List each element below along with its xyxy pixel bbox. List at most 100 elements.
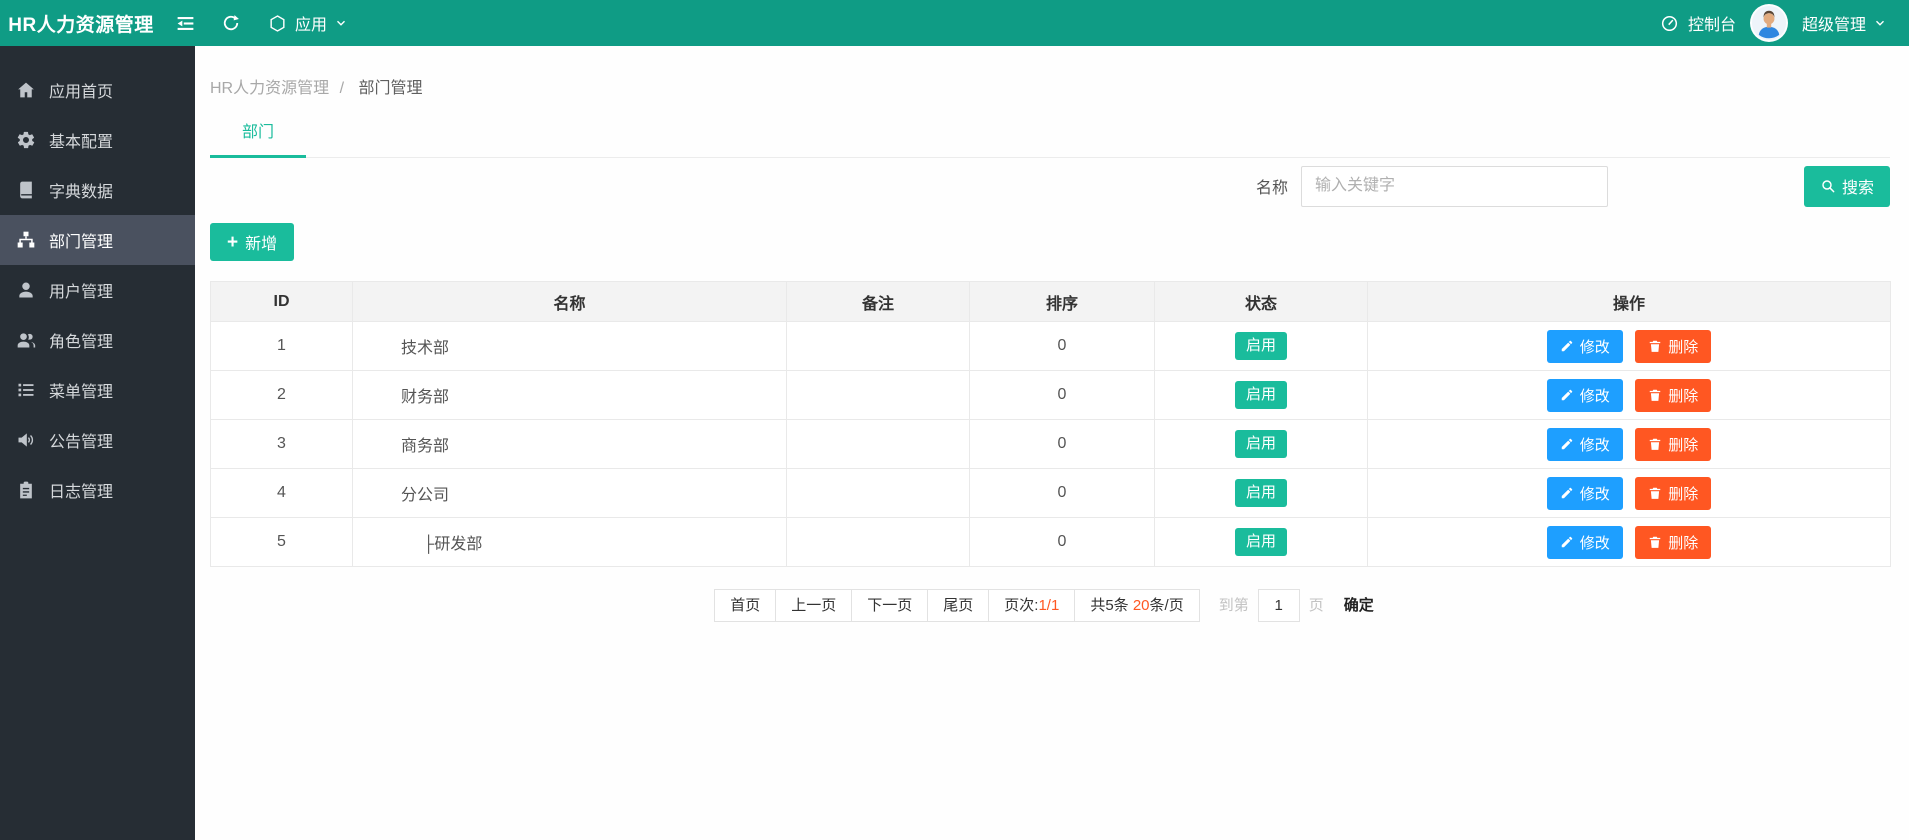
- header-actions: 操作: [1367, 281, 1891, 322]
- delete-button[interactable]: 删除: [1635, 476, 1712, 510]
- sidebar-item-dictionary[interactable]: 字典数据: [0, 165, 195, 215]
- delete-button-label: 删除: [1668, 485, 1699, 503]
- avatar[interactable]: [1749, 4, 1788, 42]
- delete-button-label: 删除: [1668, 436, 1699, 454]
- pager-next[interactable]: 下一页: [851, 589, 929, 622]
- sidebar-item-label: 菜单管理: [49, 384, 114, 401]
- pager-last[interactable]: 尾页: [927, 589, 990, 622]
- cell-actions: 修改 删除: [1367, 370, 1891, 420]
- console-link[interactable]: 控制台: [1659, 11, 1736, 35]
- search-button[interactable]: 搜索: [1804, 165, 1890, 207]
- header-remark: 备注: [786, 281, 970, 322]
- add-button[interactable]: + 新增: [210, 223, 295, 261]
- sidebar-item-label: 角色管理: [49, 334, 114, 351]
- cell-sort: 0: [969, 370, 1155, 420]
- edit-button[interactable]: 修改: [1546, 427, 1623, 461]
- sidebar-item-label: 用户管理: [49, 284, 114, 301]
- pagination: 首页 上一页 下一页 尾页 页次:1/1 共5条 20条/页 到第 页 确定: [210, 589, 1890, 622]
- collapse-sidebar-icon[interactable]: [174, 12, 196, 34]
- cell-sort: 0: [969, 321, 1155, 371]
- pager-total-info: 共5条 20条/页: [1074, 589, 1200, 622]
- pager-first[interactable]: 首页: [714, 589, 777, 622]
- delete-button-label: 删除: [1668, 534, 1699, 552]
- cell-status: 启用: [1154, 468, 1368, 518]
- tab-department[interactable]: 部门: [210, 118, 306, 158]
- cell-sort: 0: [969, 517, 1155, 567]
- search-bar: 名称 搜索: [210, 164, 1890, 208]
- goto-page-input[interactable]: [1257, 589, 1300, 622]
- refresh-icon[interactable]: [220, 12, 242, 34]
- cell-id: 2: [210, 370, 353, 420]
- cell-actions: 修改 删除: [1367, 419, 1891, 469]
- cell-id: 5: [210, 517, 353, 567]
- breadcrumb-separator: /: [339, 80, 345, 97]
- search-button-label: 搜索: [1841, 180, 1874, 197]
- gauge-icon: [1659, 12, 1681, 34]
- search-input[interactable]: [1301, 165, 1608, 207]
- main-content: HR人力资源管理 / 部门管理 部门 名称 搜索 + 新增 ID 名称: [195, 46, 1909, 840]
- table-row: 1 技术部 0 启用 修改 删除: [210, 321, 1891, 371]
- pencil-icon: [1561, 389, 1572, 401]
- cell-id: 4: [210, 468, 353, 518]
- edit-button[interactable]: 修改: [1546, 525, 1623, 559]
- sidebar-item-config[interactable]: 基本配置: [0, 115, 195, 165]
- pager-prev[interactable]: 上一页: [775, 589, 853, 622]
- app-hexagon-icon: [266, 12, 288, 34]
- breadcrumb: HR人力资源管理 / 部门管理: [210, 74, 1890, 98]
- cell-actions: 修改 删除: [1367, 468, 1891, 518]
- search-field-label: 名称: [1255, 180, 1288, 197]
- page-info-label: 页次:: [1004, 597, 1039, 614]
- sidebar-item-logs[interactable]: 日志管理: [0, 465, 195, 515]
- per-page-value: 20: [1132, 597, 1150, 614]
- user-menu[interactable]: 超级管理: [1802, 11, 1887, 35]
- cell-sort: 0: [969, 468, 1155, 518]
- edit-button[interactable]: 修改: [1546, 476, 1623, 510]
- app-title: HR人力资源管理: [8, 14, 154, 36]
- home-icon: [16, 80, 36, 100]
- speaker-icon: [16, 430, 36, 450]
- topbar-right-tools: 控制台 超级管理: [1659, 4, 1909, 42]
- sidebar-item-label: 部门管理: [49, 234, 114, 251]
- chevron-down-icon: [1876, 20, 1884, 26]
- cell-status: 启用: [1154, 370, 1368, 420]
- department-table: ID 名称 备注 排序 状态 操作 1 技术部 0 启用 修改 删除 2 财务部…: [210, 281, 1891, 567]
- sidebar-item-home[interactable]: 应用首页: [0, 65, 195, 115]
- plus-icon: +: [227, 231, 239, 253]
- delete-button[interactable]: 删除: [1635, 427, 1712, 461]
- sidebar-item-departments[interactable]: 部门管理: [0, 215, 195, 265]
- sidebar: 应用首页 基本配置 字典数据 部门管理 用户管理 角色管理 菜单管理 公告管理 …: [0, 46, 195, 840]
- sidebar-item-menus[interactable]: 菜单管理: [0, 365, 195, 415]
- total-count: 共5条: [1090, 597, 1129, 614]
- trash-icon: [1649, 438, 1661, 450]
- delete-button[interactable]: 删除: [1635, 378, 1712, 412]
- cell-id: 3: [210, 419, 353, 469]
- cell-sort: 0: [969, 419, 1155, 469]
- edit-button[interactable]: 修改: [1546, 378, 1623, 412]
- cell-remark: [786, 419, 970, 469]
- topbar: HR人力资源管理 应用 控制台 超级管理: [0, 0, 1909, 46]
- sidebar-item-label: 公告管理: [49, 434, 114, 451]
- pencil-icon: [1561, 487, 1572, 499]
- users-icon: [16, 330, 36, 350]
- edit-button-label: 修改: [1579, 338, 1610, 356]
- sidebar-item-users[interactable]: 用户管理: [0, 265, 195, 315]
- goto-confirm-button[interactable]: 确定: [1333, 589, 1385, 622]
- trash-icon: [1649, 536, 1661, 548]
- cell-remark: [786, 370, 970, 420]
- delete-button[interactable]: 删除: [1635, 329, 1712, 363]
- table-row: 2 财务部 0 启用 修改 删除: [210, 370, 1891, 420]
- delete-button-label: 删除: [1668, 387, 1699, 405]
- cell-remark: [786, 321, 970, 371]
- app-menu[interactable]: 应用: [266, 11, 348, 35]
- topbar-left-tools: 应用: [174, 11, 348, 35]
- gear-icon: [16, 130, 36, 150]
- clipboard-icon: [16, 480, 36, 500]
- edit-button-label: 修改: [1579, 534, 1610, 552]
- sidebar-item-roles[interactable]: 角色管理: [0, 315, 195, 365]
- table-row: 3 商务部 0 启用 修改 删除: [210, 419, 1891, 469]
- status-badge: 启用: [1234, 528, 1287, 556]
- edit-button[interactable]: 修改: [1546, 329, 1623, 363]
- sidebar-item-label: 字典数据: [49, 184, 114, 201]
- sidebar-item-announcements[interactable]: 公告管理: [0, 415, 195, 465]
- delete-button[interactable]: 删除: [1635, 525, 1712, 559]
